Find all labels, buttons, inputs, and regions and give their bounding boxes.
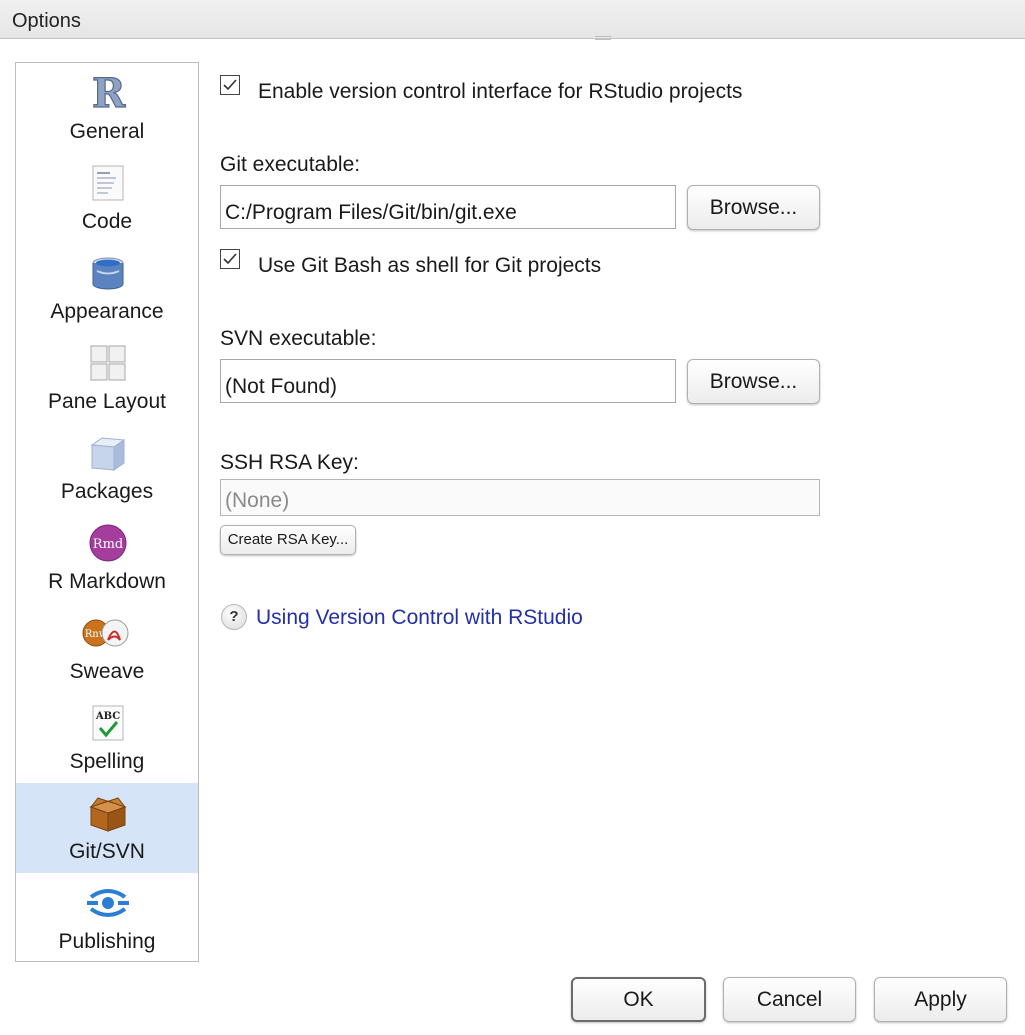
sidebar-item-label: R Markdown: [48, 570, 166, 593]
sidebar-item-label: General: [69, 120, 145, 143]
git-executable-field[interactable]: [220, 185, 676, 229]
paint-bucket-icon: [88, 253, 128, 293]
sidebar-item-label: Code: [81, 210, 133, 233]
options-sidebar: R General Code Appearance Pane Layout Pa…: [15, 62, 199, 962]
sidebar-item-label: Spelling: [69, 750, 145, 773]
version-control-help-link[interactable]: Using Version Control with RStudio: [256, 606, 583, 630]
ssh-rsa-key-label: SSH RSA Key:: [220, 451, 359, 474]
sidebar-item-r-markdown[interactable]: Rmd R Markdown: [16, 513, 198, 603]
svg-text:R: R: [92, 73, 126, 113]
sidebar-item-spelling[interactable]: ABC Spelling: [16, 693, 198, 783]
pane-grid-icon: [88, 343, 128, 383]
package-box-icon: [88, 433, 128, 473]
spelling-abc-icon: ABC: [88, 703, 128, 743]
sidebar-item-label: Packages: [60, 480, 154, 503]
svg-text:ABC: ABC: [95, 711, 120, 722]
svg-text:Rmd: Rmd: [93, 537, 123, 552]
sidebar-item-general[interactable]: R General: [16, 63, 198, 153]
enable-vcs-label: Enable version control interface for RSt…: [258, 80, 743, 103]
sidebar-item-packages[interactable]: Packages: [16, 423, 198, 513]
title-bar: Options: [0, 0, 1025, 40]
sidebar-item-label: Appearance: [50, 300, 164, 323]
git-executable-label: Git executable:: [220, 153, 361, 176]
sidebar-item-sweave[interactable]: Rnw Sweave: [16, 603, 198, 693]
sidebar-item-publishing[interactable]: Publishing: [16, 873, 198, 963]
window-title: Options: [12, 10, 81, 32]
help-icon[interactable]: ?: [221, 604, 247, 630]
sidebar-item-label: Git/SVN: [69, 840, 145, 863]
ok-button[interactable]: OK: [571, 977, 706, 1022]
git-browse-button[interactable]: Browse...: [687, 185, 820, 230]
code-document-icon: [88, 163, 128, 203]
create-rsa-key-button[interactable]: Create RSA Key...: [220, 525, 356, 555]
git-bash-label: Use Git Bash as shell for Git projects: [258, 254, 602, 277]
publishing-icon: [87, 883, 129, 923]
sidebar-item-pane-layout[interactable]: Pane Layout: [16, 333, 198, 423]
svn-executable-label: SVN executable:: [220, 327, 377, 350]
resize-grip[interactable]: [595, 36, 611, 40]
sidebar-item-label: Sweave: [69, 660, 145, 683]
enable-vcs-checkbox[interactable]: [220, 75, 240, 95]
sidebar-item-code[interactable]: Code: [16, 153, 198, 243]
svn-executable-field[interactable]: [220, 359, 676, 403]
svn-browse-button[interactable]: Browse...: [687, 359, 820, 404]
check-icon: [223, 253, 237, 265]
git-bash-checkbox[interactable]: [220, 249, 240, 269]
check-icon: [223, 79, 237, 91]
sweave-icon: Rnw: [82, 613, 129, 653]
sidebar-item-git-svn[interactable]: Git/SVN: [16, 783, 198, 873]
apply-button[interactable]: Apply: [874, 977, 1007, 1022]
sidebar-item-label: Publishing: [58, 930, 156, 953]
sidebar-item-label: Pane Layout: [48, 390, 166, 413]
rmd-icon: Rmd: [88, 523, 128, 563]
sidebar-item-appearance[interactable]: Appearance: [16, 243, 198, 333]
ssh-rsa-key-field: [220, 479, 820, 516]
cardboard-box-icon: [88, 793, 128, 833]
r-logo-icon: R: [88, 69, 128, 117]
cancel-button[interactable]: Cancel: [723, 977, 856, 1022]
